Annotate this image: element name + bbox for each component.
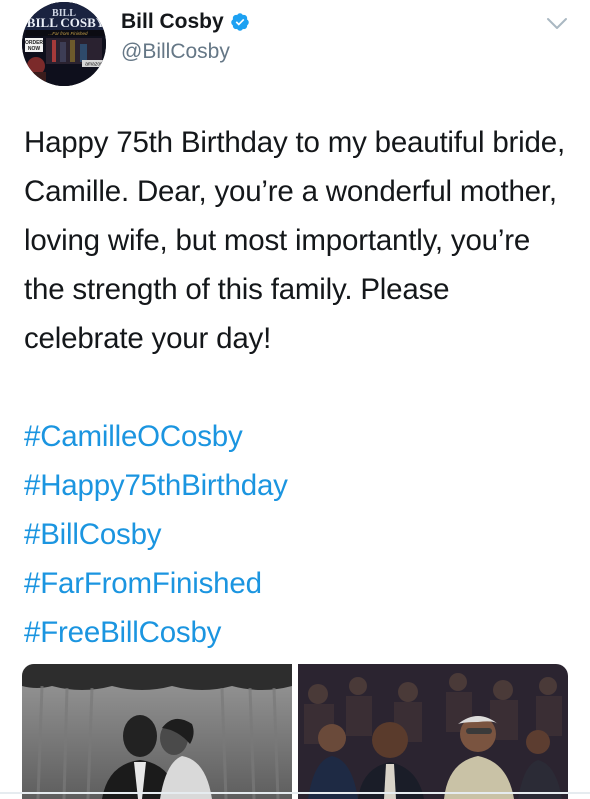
hashtag-list: #CamilleOCosby #Happy75thBirthday #BillC… xyxy=(24,412,288,657)
hashtag-link[interactable]: #FarFromFinished xyxy=(24,559,288,608)
photo-couple-image xyxy=(298,664,568,799)
tweet-body: Happy 75th Birthday to my beautiful brid… xyxy=(24,126,565,355)
svg-text:amazon: amazon xyxy=(85,62,103,68)
svg-text:...Far from Finished: ...Far from Finished xyxy=(48,31,88,36)
author-handle[interactable]: @BillCosby xyxy=(121,39,230,65)
tweet-card: BILL BILL COSBY ...Far from Finished ORD… xyxy=(0,0,590,799)
chevron-down-icon[interactable] xyxy=(546,17,568,31)
media-grid xyxy=(22,664,568,799)
tweet-text: Happy 75th Birthday to my beautiful brid… xyxy=(24,118,569,363)
photo-couple[interactable] xyxy=(298,664,568,799)
divider xyxy=(0,792,590,794)
hashtag-link[interactable]: #CamilleOCosby xyxy=(24,412,288,461)
photo-wedding[interactable] xyxy=(22,664,292,799)
hashtag-link[interactable]: #BillCosby xyxy=(24,510,288,559)
avatar[interactable]: BILL BILL COSBY ...Far from Finished ORD… xyxy=(22,2,106,86)
hashtag-link[interactable]: #Happy75thBirthday xyxy=(24,461,288,510)
avatar-image: BILL BILL COSBY ...Far from Finished ORD… xyxy=(22,2,106,86)
verified-badge-icon xyxy=(230,13,249,31)
hashtag-link[interactable]: #FreeBillCosby xyxy=(24,608,288,657)
photo-wedding-image xyxy=(22,664,292,799)
author-name-row[interactable]: Bill Cosby xyxy=(121,9,250,35)
svg-text:NOW: NOW xyxy=(28,46,41,52)
avatar-brand-text: BILL COSBY xyxy=(27,15,106,30)
display-name[interactable]: Bill Cosby xyxy=(121,9,224,35)
